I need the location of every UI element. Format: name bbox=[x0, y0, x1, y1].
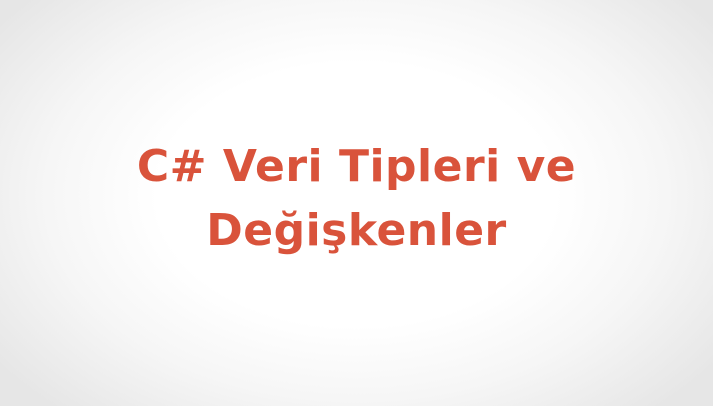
slide-title-line-1: C# Veri Tipleri ve bbox=[136, 141, 577, 192]
slide-title: C# Veri Tipleri ve Değişkenler bbox=[47, 135, 667, 263]
slide-title-line-2: Değişkenler bbox=[206, 205, 507, 256]
slide: C# Veri Tipleri ve Değişkenler bbox=[0, 0, 713, 406]
